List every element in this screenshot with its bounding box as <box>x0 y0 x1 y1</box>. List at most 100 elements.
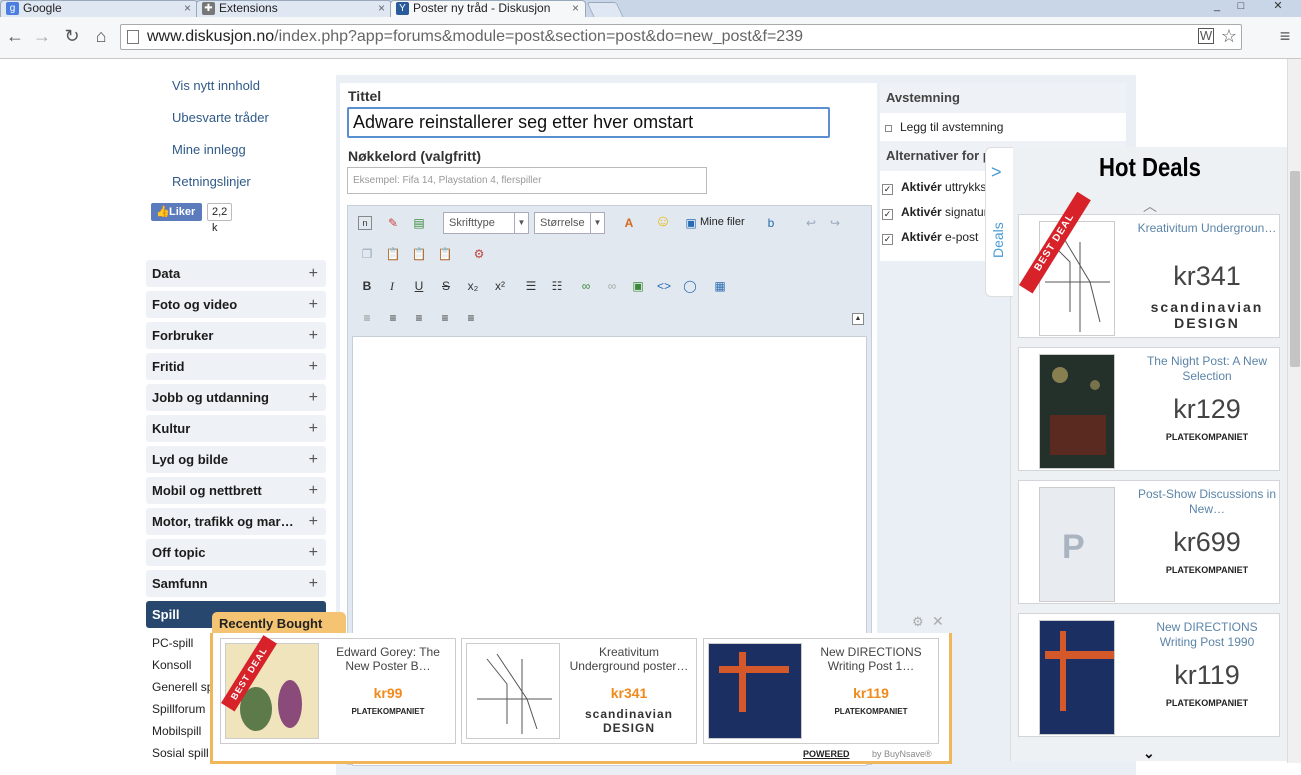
deals-tab[interactable]: > Deals <box>985 147 1013 297</box>
media-icon[interactable]: ▦ <box>711 277 729 295</box>
back-icon[interactable]: ← <box>4 25 26 47</box>
category-kultur[interactable]: Kultur + <box>146 415 326 442</box>
close-icon[interactable]: × <box>572 1 579 16</box>
link-mine-innlegg[interactable]: Mine innlegg <box>172 142 246 157</box>
outdent-icon[interactable]: ≡ <box>358 309 376 327</box>
paste-icon[interactable]: 📋 <box>384 245 402 263</box>
copy-icon[interactable]: ❐ <box>358 245 376 263</box>
strikethrough-icon[interactable]: S <box>437 277 455 295</box>
code-icon[interactable]: <> <box>655 277 673 295</box>
checkbox-icon[interactable]: ✓ <box>882 234 893 245</box>
subitem-mobilspill[interactable]: Mobilspill <box>152 724 201 738</box>
subitem-konsoll[interactable]: Konsoll <box>152 658 191 672</box>
category-foto-og-video[interactable]: Foto og video + <box>146 291 326 318</box>
home-icon[interactable]: ⌂ <box>90 25 112 47</box>
close-widget-icon[interactable]: ✕ <box>932 613 944 630</box>
subitem-spillforum[interactable]: Spillforum <box>152 702 205 716</box>
category-jobb-og-utdanning[interactable]: Jobb og utdanning + <box>146 384 326 411</box>
like-button[interactable]: 👍 Liker <box>151 203 202 221</box>
checkbox-icon[interactable]: ✓ <box>882 184 893 195</box>
align-center-icon[interactable]: ≡ <box>436 309 454 327</box>
option-signature[interactable]: ✓ Aktivér signatur? <box>882 205 994 220</box>
bold-icon[interactable]: B <box>358 277 376 295</box>
category-data[interactable]: Data + <box>146 260 326 287</box>
unlink-icon[interactable]: ∞ <box>603 277 621 295</box>
deal-card[interactable]: P Post-Show Discussions in New… kr699 PL… <box>1018 480 1280 604</box>
plus-icon[interactable]: + <box>309 539 318 566</box>
add-poll-link[interactable]: Legg til avstemning <box>885 120 1003 134</box>
forward-icon[interactable]: → <box>31 25 53 47</box>
category-motor[interactable]: Motor, trafikk og mar… + <box>146 508 326 535</box>
menu-icon[interactable]: ≡ <box>1274 25 1296 47</box>
underline-icon[interactable]: U <box>410 277 428 295</box>
collapse-toolbar-icon[interactable]: ▲ <box>852 313 864 325</box>
address-bar[interactable]: www.diskusjon.no/index.php?app=forums&mo… <box>120 24 1242 50</box>
extension-icon[interactable]: W <box>1198 28 1214 44</box>
plus-icon[interactable]: + <box>309 260 318 287</box>
size-select[interactable]: Størrelse ▼ <box>534 212 605 234</box>
link-retningslinjer[interactable]: Retningslinjer <box>172 174 251 189</box>
subitem-pc-spill[interactable]: PC-spill <box>152 636 193 650</box>
align-right-icon[interactable]: ≡ <box>462 309 480 327</box>
powered-link[interactable]: POWERED <box>803 749 850 759</box>
image-icon[interactable]: ▣ <box>629 277 647 295</box>
deal-card[interactable]: New DIRECTIONS Writing Post 1990 kr119 P… <box>1018 613 1280 737</box>
text-color-icon[interactable]: A <box>620 214 638 232</box>
category-fritid[interactable]: Fritid + <box>146 353 326 380</box>
category-off-topic[interactable]: Off topic + <box>146 539 326 566</box>
scrollbar-thumb[interactable] <box>1290 171 1300 367</box>
undo-icon[interactable]: ↩ <box>802 214 820 232</box>
link-vis-nytt-innhold[interactable]: Vis nytt innhold <box>172 78 260 93</box>
minimize-icon[interactable]: _ <box>1206 0 1228 14</box>
category-samfunn[interactable]: Samfunn + <box>146 570 326 597</box>
keywords-input[interactable]: Eksempel: Fifa 14, Playstation 4, flersp… <box>347 167 707 194</box>
category-forbruker[interactable]: Forbruker + <box>146 322 326 349</box>
plus-icon[interactable]: + <box>309 415 318 442</box>
option-email[interactable]: ✓ Aktivér e-post <box>882 230 978 245</box>
spellcheck-icon[interactable]: ⚙ <box>470 245 488 263</box>
paste-text-icon[interactable]: 📋 <box>410 245 428 263</box>
plus-icon[interactable]: + <box>309 508 318 535</box>
page-scrollbar[interactable] <box>1287 59 1301 763</box>
source-icon[interactable]: n <box>358 216 372 230</box>
emoji-icon[interactable]: ☺ <box>654 213 672 231</box>
link-icon[interactable]: ∞ <box>577 277 595 295</box>
recent-card[interactable]: New DIRECTIONS Writing Post 1… kr119 PLA… <box>703 638 939 744</box>
subitem-sosial-spill[interactable]: Sosial spill <box>152 746 209 760</box>
close-icon[interactable]: × <box>184 1 191 16</box>
category-lyd-og-bilde[interactable]: Lyd og bilde + <box>146 446 326 473</box>
window-close-icon[interactable]: ✕ <box>1258 0 1298 14</box>
star-icon[interactable]: ☆ <box>1218 25 1240 47</box>
plus-icon[interactable]: + <box>309 477 318 504</box>
tab-google[interactable]: g Google × <box>0 0 198 17</box>
italic-icon[interactable]: I <box>383 277 401 295</box>
title-input[interactable]: Adware reinstallerer seg etter hver omst… <box>347 107 830 138</box>
chevron-down-icon[interactable]: ⌄ <box>1143 745 1155 762</box>
subscript-icon[interactable]: x₂ <box>464 277 482 295</box>
eraser-icon[interactable]: ✎ <box>384 214 402 232</box>
align-left-icon[interactable]: ≡ <box>410 309 428 327</box>
plus-icon[interactable]: + <box>309 570 318 597</box>
tab-extensions[interactable]: ✚ Extensions × <box>196 0 392 17</box>
redo-icon[interactable]: ↪ <box>826 214 844 232</box>
font-select[interactable]: Skrifttype ▼ <box>443 212 529 234</box>
numbered-list-icon[interactable]: ☷ <box>548 277 566 295</box>
plus-icon[interactable]: + <box>309 384 318 411</box>
paste-word-icon[interactable]: 📋 <box>436 245 454 263</box>
bbcode-icon[interactable]: b <box>762 214 780 232</box>
link-ubesvarte-trader[interactable]: Ubesvarte tråder <box>172 110 269 125</box>
checkbox-icon[interactable]: ✓ <box>882 209 893 220</box>
deal-card[interactable]: The Night Post: A New Selection kr129 PL… <box>1018 347 1280 471</box>
recent-card[interactable]: BEST DEAL Edward Gorey: The New Poster B… <box>220 635 456 744</box>
category-mobil-og-nettbrett[interactable]: Mobil og nettbrett + <box>146 477 326 504</box>
subitem-generell-spill[interactable]: Generell sp <box>152 680 213 694</box>
tab-diskusjon[interactable]: Y Poster ny tråd - Diskusjon × <box>390 0 586 17</box>
maximize-icon[interactable]: □ <box>1230 0 1252 14</box>
new-tab-button[interactable] <box>586 2 624 17</box>
reload-icon[interactable]: ↻ <box>61 25 83 47</box>
bullet-list-icon[interactable]: ☰ <box>522 277 540 295</box>
option-emoticons[interactable]: ✓ Aktivér uttrykksiko <box>882 180 1002 195</box>
format-icon[interactable]: ▤ <box>410 214 428 232</box>
my-files-button[interactable]: Mine filer <box>700 216 745 228</box>
files-icon[interactable]: ▣ <box>682 214 700 232</box>
